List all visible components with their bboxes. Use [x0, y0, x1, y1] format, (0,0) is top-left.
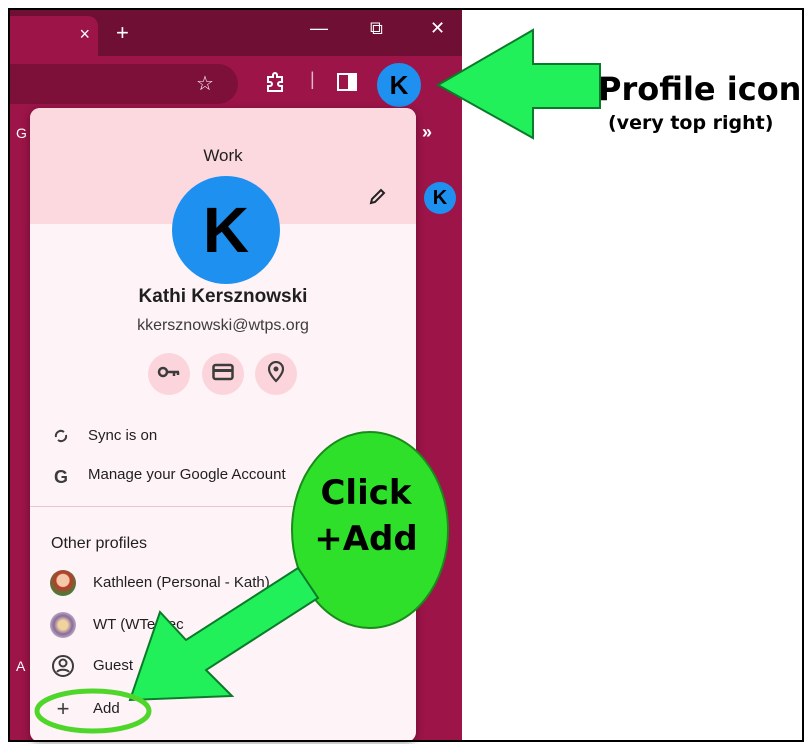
bubble-line-2: +Add	[314, 519, 418, 559]
add-highlight-ring	[34, 688, 152, 734]
callout-title: Profile icon	[598, 70, 802, 108]
callout-bubble-text: Click +Add	[300, 470, 432, 562]
bubble-line-1: Click	[320, 473, 412, 513]
arrow-to-add	[128, 566, 320, 702]
callout-subtitle: (very top right)	[608, 112, 774, 134]
arrow-to-profile-icon	[435, 28, 601, 140]
